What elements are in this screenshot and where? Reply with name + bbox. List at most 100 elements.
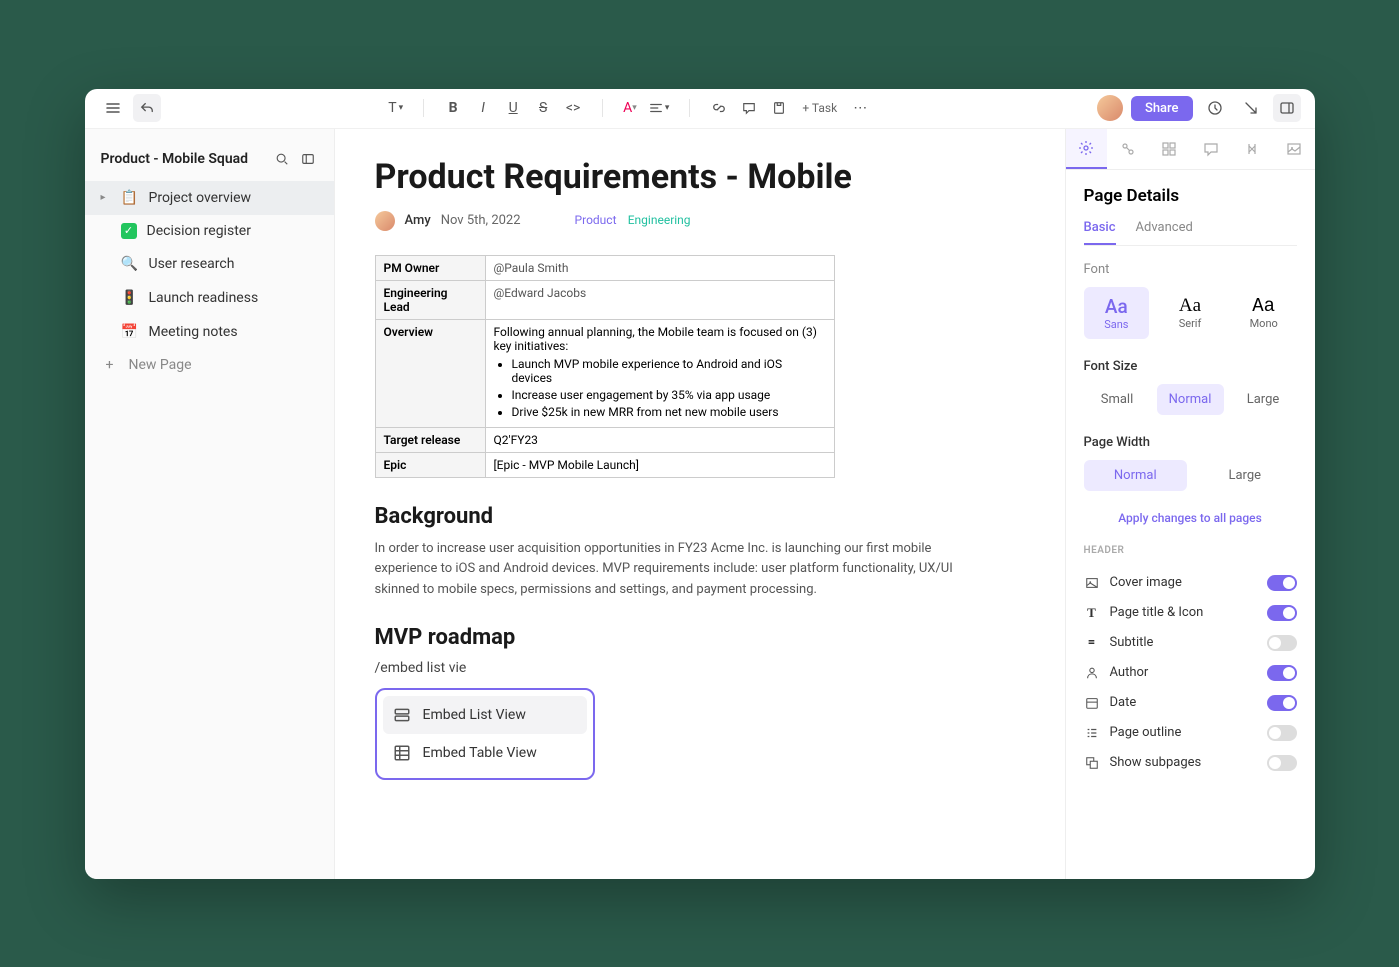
page-icon: 🚦: [121, 289, 139, 307]
blocks-tab[interactable]: [1149, 129, 1191, 169]
page-title[interactable]: Product Requirements - Mobile: [375, 157, 1025, 197]
more-icon[interactable]: ⋯: [847, 95, 873, 121]
relations-tab[interactable]: [1107, 129, 1149, 169]
subtab-basic[interactable]: Basic: [1084, 220, 1116, 245]
author-avatar: [375, 211, 395, 231]
subtab-advanced[interactable]: Advanced: [1136, 220, 1193, 245]
toggle-switch[interactable]: [1267, 725, 1297, 741]
settings-tab[interactable]: [1066, 129, 1108, 169]
toggle-row: Author: [1084, 658, 1297, 688]
overview-item: Drive $25k in new MRR from net new mobil…: [512, 405, 826, 419]
image-tab[interactable]: [1273, 129, 1315, 169]
bold-button[interactable]: B: [440, 95, 466, 121]
info-table: PM Owner@Paula Smith Engineering Lead@Ed…: [375, 255, 835, 478]
search-icon[interactable]: [272, 149, 292, 169]
background-heading: Background: [375, 504, 1025, 529]
toggle-switch[interactable]: [1267, 575, 1297, 591]
sidebar-item[interactable]: 📅Meeting notes: [85, 315, 334, 349]
slash-menu-item[interactable]: Embed List View: [383, 696, 587, 734]
menu-icon[interactable]: [99, 94, 127, 122]
app-window: T ▾ B I U S <> A ▾ ▾ + Task ⋯: [85, 89, 1315, 879]
topbar: T ▾ B I U S <> A ▾ ▾ + Task ⋯: [85, 89, 1315, 129]
apply-all-link[interactable]: Apply changes to all pages: [1084, 511, 1297, 525]
sidebar: Product - Mobile Squad ▸📋Project overvie…: [85, 129, 335, 879]
page-date: Nov 5th, 2022: [441, 213, 521, 228]
toggle-label: Page outline: [1110, 725, 1182, 740]
toggle-row: Show subpages: [1084, 748, 1297, 778]
toggle-label: Date: [1110, 695, 1137, 710]
segment-option[interactable]: Large: [1230, 384, 1297, 415]
segment-option[interactable]: Normal: [1084, 460, 1188, 491]
sidebar-item[interactable]: ✓ Decision register: [85, 215, 334, 247]
toggle-label: Subtitle: [1110, 635, 1154, 650]
font-label: Font: [1084, 262, 1297, 277]
text-style-dropdown[interactable]: T ▾: [384, 95, 407, 121]
sidebar-item-label: Project overview: [149, 190, 252, 206]
share-button[interactable]: Share: [1131, 96, 1193, 121]
text-color-button[interactable]: A ▾: [619, 95, 641, 121]
sidebar-item[interactable]: ▸📋Project overview: [85, 181, 334, 215]
segment-option[interactable]: Normal: [1157, 384, 1224, 415]
workspace-title: Product - Mobile Squad: [101, 151, 249, 167]
table-icon: [393, 744, 411, 762]
segment-option[interactable]: Large: [1193, 460, 1297, 491]
code-button[interactable]: <>: [560, 95, 586, 121]
font-option[interactable]: AaMono: [1231, 287, 1297, 339]
toggle-row: TPage title & Icon: [1084, 598, 1297, 628]
sidebar-item-label: Decision register: [147, 223, 251, 239]
font-option[interactable]: AaSerif: [1157, 287, 1223, 339]
sidebar-item[interactable]: 🚦Launch readiness: [85, 281, 334, 315]
new-page-button[interactable]: +New Page: [85, 349, 334, 381]
comment-button[interactable]: [736, 95, 762, 121]
add-task-button[interactable]: + Task: [796, 99, 843, 117]
italic-button[interactable]: I: [470, 95, 496, 121]
toggle-row: Page outline: [1084, 718, 1297, 748]
link-button[interactable]: [706, 95, 732, 121]
toggle-switch[interactable]: [1267, 605, 1297, 621]
background-body[interactable]: In order to increase user acquisition op…: [375, 539, 955, 601]
image-icon: [1084, 576, 1100, 590]
sidebar-item-label: Meeting notes: [149, 324, 238, 340]
align-button[interactable]: ▾: [645, 95, 674, 121]
slash-command-input[interactable]: /embed list vie: [375, 660, 1025, 676]
=-icon: =: [1084, 635, 1100, 650]
page-tag[interactable]: Product: [571, 212, 621, 228]
calendar-icon: [1084, 696, 1100, 710]
toggle-switch[interactable]: [1267, 635, 1297, 651]
undo-icon[interactable]: [133, 94, 161, 122]
check-icon: ✓: [121, 223, 137, 239]
history-icon[interactable]: [1201, 94, 1229, 122]
sidebar-item[interactable]: 🔍User research: [85, 247, 334, 281]
avatar[interactable]: [1097, 95, 1123, 121]
slash-menu-item[interactable]: Embed Table View: [383, 734, 587, 772]
strikethrough-button[interactable]: S: [530, 95, 556, 121]
toggle-switch[interactable]: [1267, 755, 1297, 771]
segment-option[interactable]: Small: [1084, 384, 1151, 415]
download-icon[interactable]: [1237, 94, 1265, 122]
toggle-label: Author: [1110, 665, 1149, 680]
activity-tab[interactable]: [1232, 129, 1274, 169]
toggle-switch[interactable]: [1267, 665, 1297, 681]
page-icon: 🔍: [121, 255, 139, 273]
header-section-label: HEADER: [1084, 545, 1297, 556]
toggle-switch[interactable]: [1267, 695, 1297, 711]
toggle-row: Cover image: [1084, 568, 1297, 598]
list-icon: [393, 706, 411, 724]
slash-item-label: Embed Table View: [423, 745, 537, 761]
underline-button[interactable]: U: [500, 95, 526, 121]
font-option[interactable]: AaSans: [1084, 287, 1150, 339]
overview-item: Increase user engagement by 35% via app …: [512, 388, 826, 402]
attachment-button[interactable]: [766, 95, 792, 121]
panel-title: Page Details: [1084, 186, 1297, 206]
panel-toggle-icon[interactable]: [1273, 94, 1301, 122]
roadmap-heading: MVP roadmap: [375, 625, 1025, 650]
T-icon: T: [1084, 605, 1100, 621]
subpages-icon: [1084, 756, 1100, 770]
author-name: Amy: [405, 213, 431, 228]
toggle-row: = Subtitle: [1084, 628, 1297, 658]
comments-tab[interactable]: [1190, 129, 1232, 169]
sidebar-collapse-icon[interactable]: [298, 149, 318, 169]
person-icon: [1084, 666, 1100, 680]
page-tag[interactable]: Engineering: [624, 212, 695, 228]
toggle-label: Show subpages: [1110, 755, 1202, 770]
